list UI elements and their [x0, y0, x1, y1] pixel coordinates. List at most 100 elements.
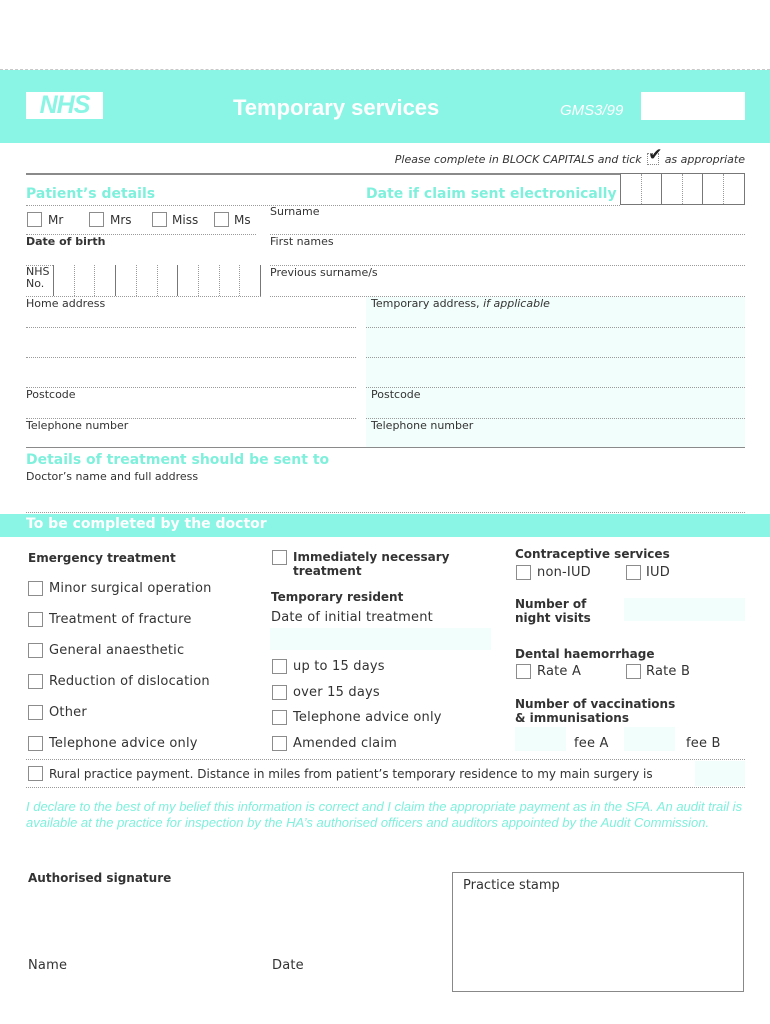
- title-ms-checkbox[interactable]: [214, 212, 229, 227]
- title-mrs-checkbox[interactable]: [89, 212, 104, 227]
- nhs-number-field[interactable]: [53, 265, 262, 296]
- first-names-label: First names: [270, 235, 334, 248]
- dislocation-checkbox[interactable]: [28, 674, 43, 689]
- date-label: Date: [272, 958, 304, 973]
- divider: [366, 387, 745, 388]
- rural-payment-label: Rural practice payment. Distance in mile…: [49, 767, 653, 781]
- fracture-checkbox[interactable]: [28, 612, 43, 627]
- other-checkbox[interactable]: [28, 705, 43, 720]
- non-iud-label: non-IUD: [537, 565, 591, 580]
- dental-heading: Dental haemorrhage: [515, 647, 655, 661]
- fee-b-label: fee B: [686, 736, 721, 751]
- fee-a-field[interactable]: [515, 727, 566, 751]
- rural-distance-field[interactable]: [695, 761, 745, 786]
- page-title: Temporary services: [233, 95, 440, 120]
- rate-b-label: Rate B: [646, 664, 691, 679]
- night-visits-label: Number of night visits: [515, 597, 591, 625]
- contraceptive-heading: Contraceptive services: [515, 547, 670, 561]
- divider: [26, 759, 745, 760]
- checkmark-icon: ✔: [648, 145, 663, 165]
- anaesthetic-checkbox[interactable]: [28, 643, 43, 658]
- non-iud-checkbox[interactable]: [516, 565, 531, 580]
- amended-claim-checkbox[interactable]: [272, 736, 287, 751]
- iud-label: IUD: [646, 565, 670, 580]
- dislocation-label: Reduction of dislocation: [49, 674, 210, 689]
- address-line[interactable]: [26, 327, 356, 328]
- immediately-line1: Immediately necessary: [293, 550, 450, 564]
- resident-phone-advice-label: Telephone advice only: [293, 710, 442, 725]
- form-code: GMS3/99: [560, 102, 624, 119]
- title-mr-checkbox[interactable]: [27, 212, 42, 227]
- other-label: Other: [49, 705, 87, 720]
- vaccinations-line2: & immunisations: [515, 711, 629, 725]
- up-to-15-days-label: up to 15 days: [293, 659, 385, 674]
- over-15-days-checkbox[interactable]: [272, 685, 287, 700]
- signature-field[interactable]: [28, 890, 428, 950]
- night-visits-line1: Number of: [515, 597, 587, 611]
- anaesthetic-label: General anaesthetic: [49, 643, 185, 658]
- practice-stamp-box[interactable]: Practice stamp: [452, 872, 744, 992]
- instructions-after: as appropriate: [664, 153, 745, 166]
- temporary-address-label: Temporary address, if applicable: [371, 297, 550, 310]
- nhs-logo: NHS: [26, 92, 103, 119]
- declaration-text: I declare to the best of my belief this …: [26, 799, 743, 830]
- treatment-destination-heading: Details of treatment should be sent to: [26, 452, 330, 468]
- temporary-address-text: Temporary address,: [371, 297, 480, 310]
- night-visits-line2: night visits: [515, 611, 591, 625]
- initial-treatment-date-field[interactable]: [270, 628, 491, 650]
- title-miss-checkbox[interactable]: [152, 212, 167, 227]
- temp-address-line[interactable]: [366, 357, 745, 358]
- immediately-necessary-checkbox[interactable]: [272, 550, 287, 565]
- immediately-line2: treatment: [293, 564, 362, 578]
- rate-a-checkbox[interactable]: [516, 664, 531, 679]
- night-visits-field[interactable]: [624, 598, 745, 621]
- resident-phone-advice-checkbox[interactable]: [272, 710, 287, 725]
- fracture-label: Treatment of fracture: [49, 612, 192, 627]
- doctor-section-heading: To be completed by the doctor: [26, 516, 267, 532]
- title-miss-label: Miss: [172, 213, 199, 227]
- vaccinations-label: Number of vaccinations & immunisations: [515, 697, 675, 725]
- emergency-phone-advice-checkbox[interactable]: [28, 736, 43, 751]
- iud-checkbox[interactable]: [626, 565, 641, 580]
- patient-details-heading: Patient’s details: [26, 186, 156, 202]
- rural-payment-checkbox[interactable]: [28, 766, 43, 781]
- form-reference-field[interactable]: [641, 92, 745, 120]
- title-mrs-label: Mrs: [110, 213, 132, 227]
- practice-stamp-label: Practice stamp: [463, 878, 560, 893]
- section-divider: [26, 447, 745, 448]
- rate-a-label: Rate A: [537, 664, 582, 679]
- divider: [270, 234, 745, 235]
- home-phone-label: Telephone number: [26, 419, 129, 432]
- surname-label: Surname: [270, 205, 320, 218]
- divider: [26, 787, 745, 788]
- minor-surgical-label: Minor surgical operation: [49, 581, 212, 596]
- initial-treatment-date-label: Date of initial treatment: [271, 610, 433, 625]
- doctor-address-line[interactable]: [26, 512, 745, 513]
- vaccinations-line1: Number of vaccinations: [515, 697, 676, 711]
- nhs-number-label: NHS No.: [26, 265, 50, 290]
- doctor-address-label: Doctor’s name and full address: [26, 470, 199, 483]
- home-postcode-label: Postcode: [26, 388, 76, 401]
- temp-address-line[interactable]: [366, 327, 745, 328]
- name-label: Name: [28, 958, 68, 973]
- temp-resident-heading: Temporary resident: [271, 590, 404, 604]
- emergency-treatment-heading: Emergency treatment: [28, 551, 176, 565]
- if-applicable-text: if applicable: [483, 297, 550, 310]
- minor-surgical-checkbox[interactable]: [28, 581, 43, 596]
- fee-b-field[interactable]: [624, 727, 675, 751]
- title-ms-label: Ms: [234, 213, 251, 227]
- divider: [26, 205, 620, 206]
- title-mr-label: Mr: [48, 213, 64, 227]
- emergency-phone-advice-label: Telephone advice only: [49, 736, 198, 751]
- up-to-15-days-checkbox[interactable]: [272, 659, 287, 674]
- rate-b-checkbox[interactable]: [626, 664, 641, 679]
- electronic-date-heading: Date if claim sent electronically: [366, 186, 617, 202]
- temp-postcode-label: Postcode: [371, 388, 421, 401]
- amended-claim-label: Amended claim: [293, 736, 398, 751]
- dob-label: Date of birth: [26, 235, 106, 248]
- address-line[interactable]: [26, 357, 356, 358]
- temp-phone-label: Telephone number: [371, 419, 474, 432]
- doctor-section-band: To be completed by the doctor: [0, 514, 770, 537]
- home-address-label: Home address: [26, 297, 106, 310]
- electronic-date-field[interactable]: [620, 173, 745, 205]
